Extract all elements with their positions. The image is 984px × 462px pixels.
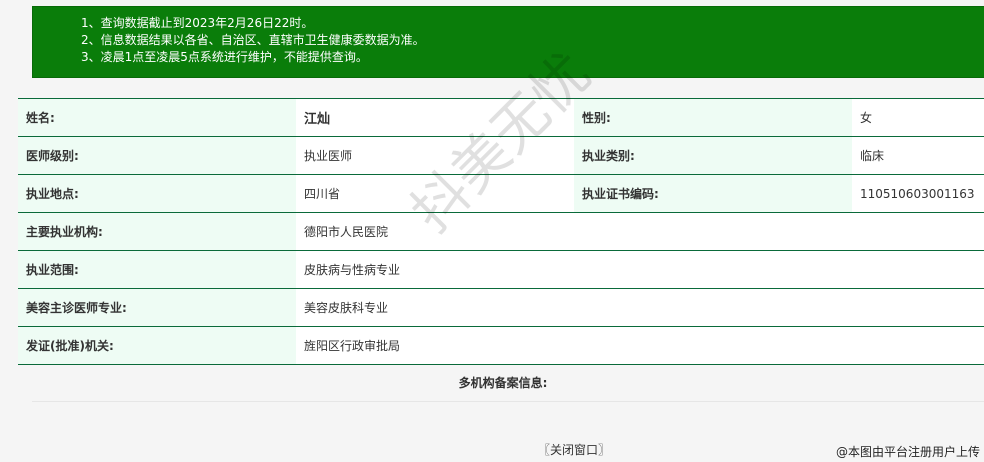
close-window-link[interactable]: 〖关闭窗口〗 (538, 441, 610, 458)
level-value: 执业医师 (296, 136, 574, 175)
issuer-label: 发证(批准)机关: (18, 326, 296, 365)
category-value: 临床 (852, 136, 984, 175)
scope-label: 执业范围: (18, 250, 296, 289)
gender-value: 女 (852, 98, 984, 137)
issuer-value: 旌阳区行政审批局 (296, 326, 984, 365)
gender-label: 性别: (574, 98, 852, 137)
name-text: 江灿 (304, 112, 331, 127)
table-row: 发证(批准)机关: 旌阳区行政审批局 (18, 326, 984, 365)
table-row: 医师级别: 执业医师 执业类别: 临床 (18, 136, 984, 175)
table-row: 主要执业机构: 德阳市人民医院 (18, 212, 984, 251)
category-label: 执业类别: (574, 136, 852, 175)
location-label: 执业地点: (18, 174, 296, 213)
level-label: 医师级别: (18, 136, 296, 175)
notice-line-2: 2、信息数据结果以各省、自治区、直辖市卫生健康委数据为准。 (81, 33, 425, 47)
notice-line-3: 3、凌晨1点至凌晨5点系统进行维护，不能提供查询。 (81, 50, 368, 64)
table-row: 执业范围: 皮肤病与性病专业 (18, 250, 984, 289)
table-row: 执业地点: 四川省 执业证书编码: 110510603001163 (18, 174, 984, 213)
multi-institution-label: 多机构备案信息: (458, 376, 548, 390)
name-value: 江灿 (296, 98, 574, 137)
scope-value: 皮肤病与性病专业 (296, 250, 984, 289)
table-row: 姓名: 江灿 性别: 女 (18, 98, 984, 137)
institution-label: 主要执业机构: (18, 212, 296, 251)
doctor-info-table: 姓名: 江灿 性别: 女 医师级别: 执业医师 执业类别: 临床 执业地点: 四… (18, 98, 984, 365)
beauty-label: 美容主诊医师专业: (18, 288, 296, 327)
beauty-value: 美容皮肤科专业 (296, 288, 984, 327)
watermark-corner: @本图由平台注册用户上传 (835, 445, 980, 459)
notice-banner: 1、查询数据截止到2023年2月26日22时。 2、信息数据结果以各省、自治区、… (32, 6, 984, 78)
institution-value: 德阳市人民医院 (296, 212, 984, 251)
divider (32, 401, 984, 402)
notice-line-1: 1、查询数据截止到2023年2月26日22时。 (81, 16, 314, 30)
table-row: 美容主诊医师专业: 美容皮肤科专业 (18, 288, 984, 327)
cert-value: 110510603001163 (852, 174, 984, 213)
location-value: 四川省 (296, 174, 574, 213)
name-label: 姓名: (18, 98, 296, 137)
cert-label: 执业证书编码: (574, 174, 852, 213)
